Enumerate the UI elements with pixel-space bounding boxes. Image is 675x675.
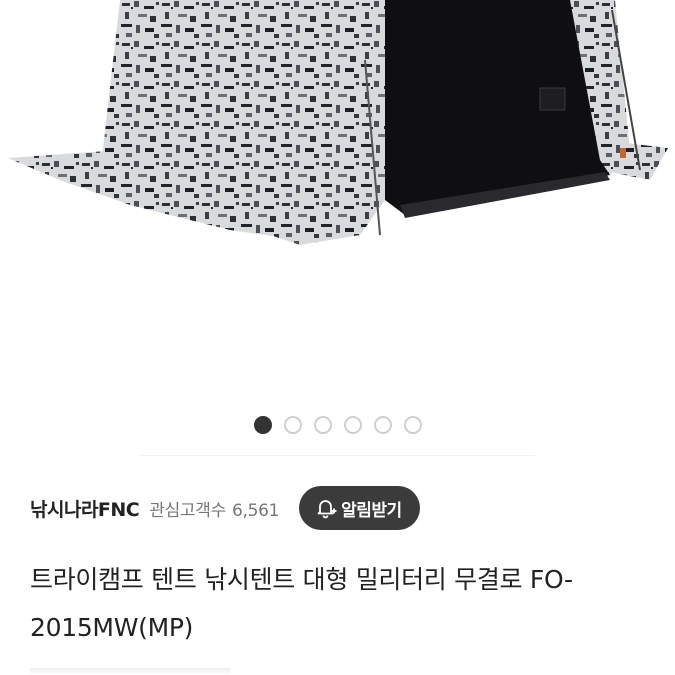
seller-info: 낚시나라FNC 관심고객수 6,561 알림받기 — [30, 486, 650, 530]
product-image[interactable] — [0, 0, 675, 400]
followers-info: 관심고객수 6,561 — [149, 496, 279, 521]
bell-plus-icon — [315, 497, 337, 519]
alarm-button[interactable]: 알림받기 — [299, 486, 420, 530]
carousel-dot[interactable] — [403, 416, 422, 434]
product-title: 트라이캠프 텐트 낚시텐트 대형 밀리터리 무결로 FO-2015MW(MP) — [30, 565, 573, 642]
carousel-indicator — [0, 416, 675, 436]
carousel-dot[interactable] — [313, 416, 332, 434]
carousel-dot[interactable] — [283, 416, 302, 434]
carousel-dot[interactable] — [343, 416, 362, 434]
seller-name[interactable]: 낚시나라FNC — [30, 495, 140, 522]
divider — [140, 455, 535, 456]
followers-count: 6,561 — [231, 500, 280, 521]
carousel-dot[interactable] — [373, 416, 392, 434]
carousel-dot[interactable] — [253, 416, 272, 434]
tent-image — [8, 0, 668, 245]
alarm-button-label: 알림받기 — [341, 500, 402, 521]
followers-label: 관심고객수 — [149, 500, 226, 521]
next-section-edge — [30, 668, 230, 675]
